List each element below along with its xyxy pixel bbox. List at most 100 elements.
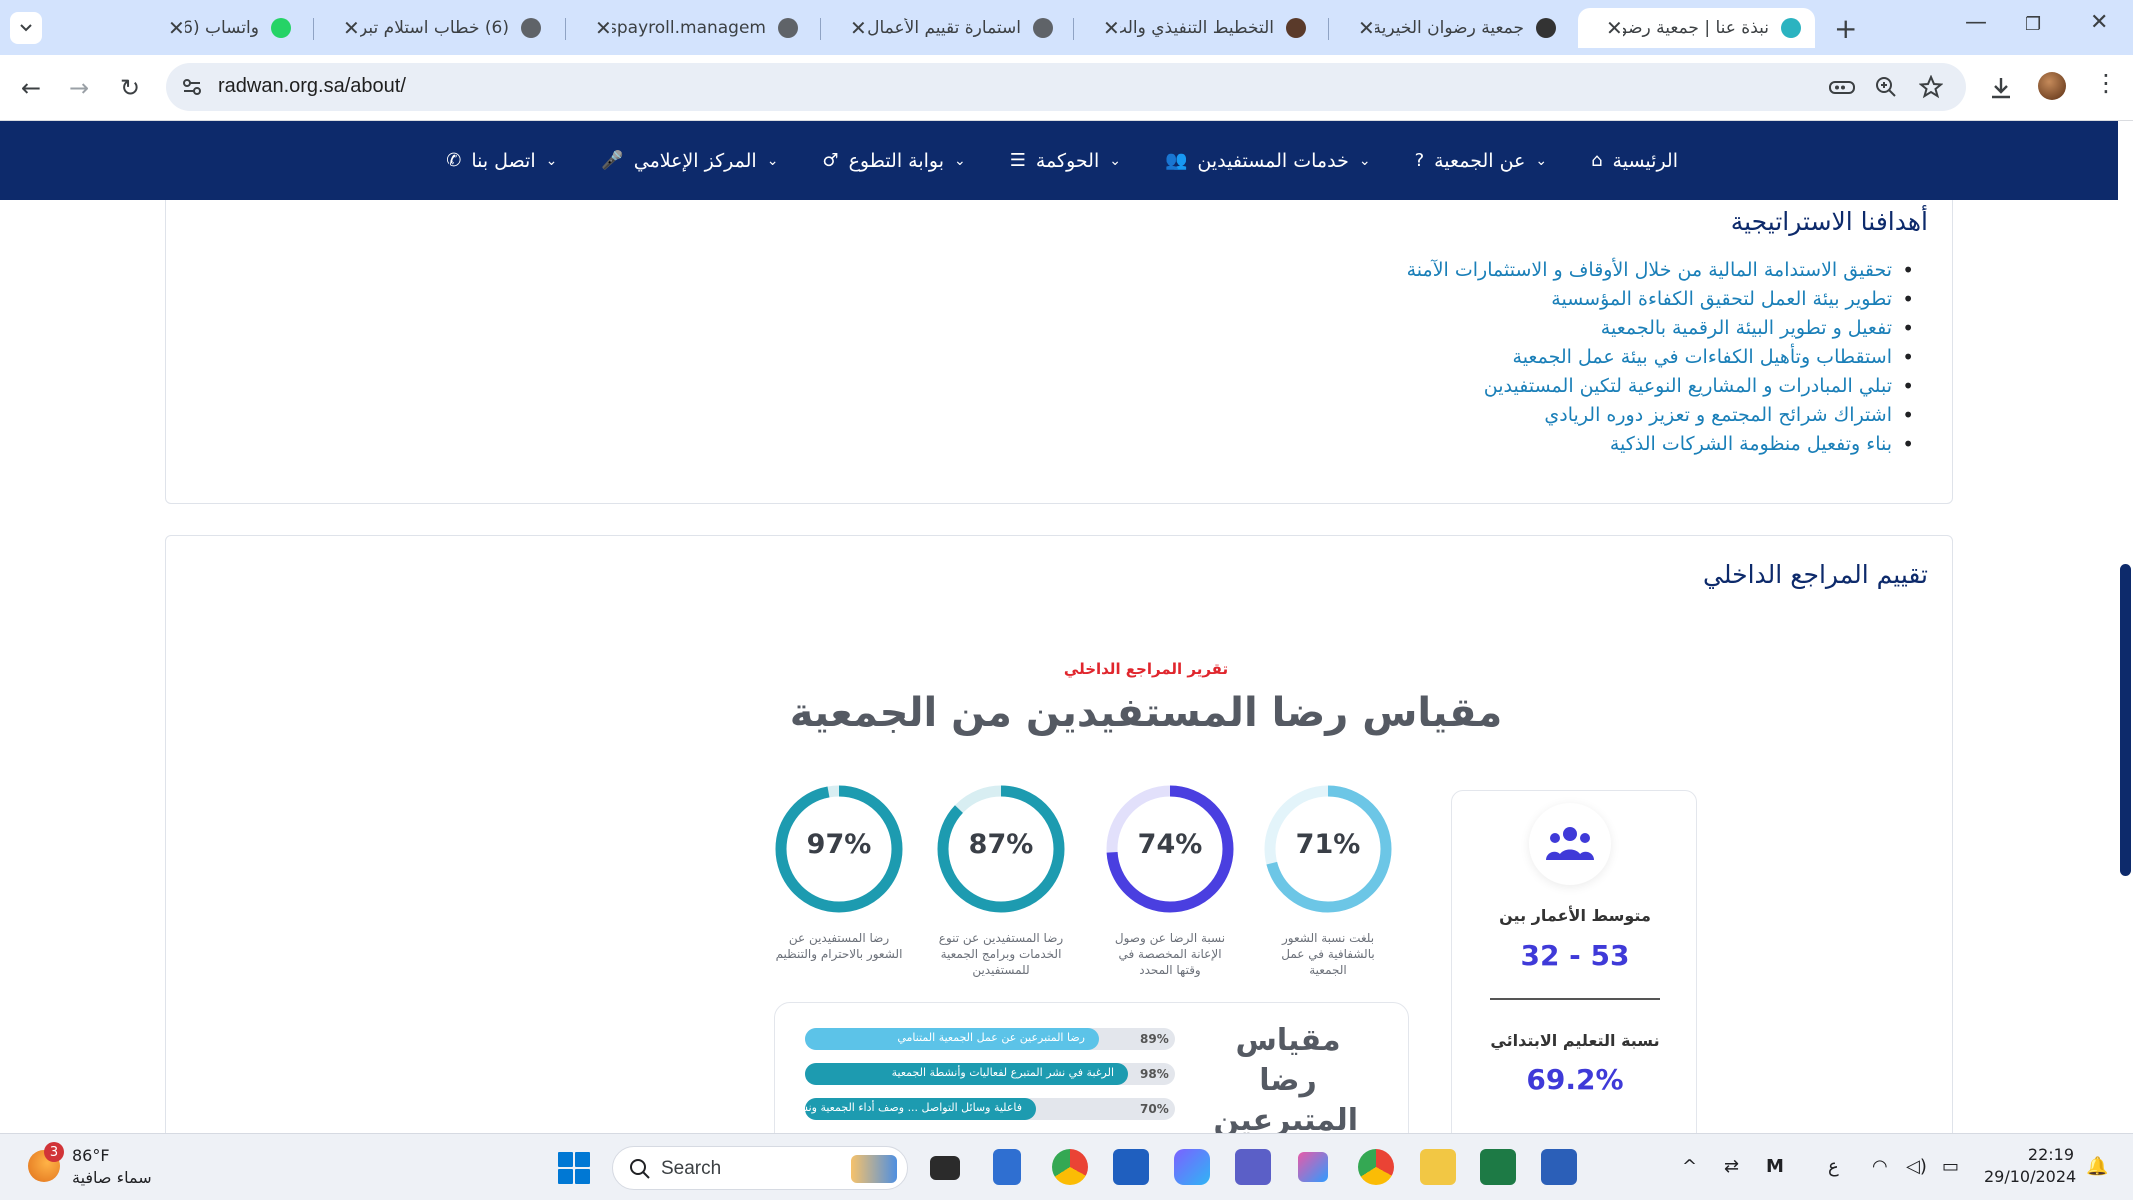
site-settings-icon[interactable] xyxy=(180,75,204,99)
back-button[interactable]: ← xyxy=(14,71,48,105)
browser-tab[interactable]: ✕واتساب (36) xyxy=(140,8,305,48)
clock-time: 22:19 xyxy=(2027,1145,2074,1164)
input-language[interactable]: ع xyxy=(1828,1156,1839,1177)
age-value: 32 - 53 xyxy=(1520,939,1630,972)
nav-item-label: الرئيسية xyxy=(1612,149,1678,172)
tab-title: جمعية رضوان الخيرية xyxy=(1374,18,1524,38)
chevron-down-icon: ⌄ xyxy=(766,152,779,169)
strategic-goal-item: اشتراك شرائح المجتمع و تعزيز دوره الرياد… xyxy=(1407,401,1914,430)
tab-search-button[interactable] xyxy=(10,12,42,44)
zoom-icon[interactable] xyxy=(1874,75,1898,99)
browser-tab[interactable]: ✕ التخطيط التنفيذي والت xyxy=(1075,8,1320,48)
notepad-icon[interactable] xyxy=(993,1149,1021,1185)
nav-item[interactable]: ✆ اتصل بنا ⌄ xyxy=(446,150,557,172)
nav-item[interactable]: ☰ الحوكمة ⌄ xyxy=(1010,150,1121,172)
nav-item[interactable]: ♂ بوابة التطوع ⌄ xyxy=(822,150,965,172)
taskbar-search-text: Search xyxy=(661,1158,722,1179)
nav-item[interactable]: ⌂ الرئيسية xyxy=(1591,150,1678,172)
chrome-icon[interactable] xyxy=(1052,1149,1088,1185)
url-text[interactable]: radwan.org.sa/about/ xyxy=(218,75,406,98)
store-icon[interactable] xyxy=(1113,1149,1149,1185)
tab-close-icon[interactable]: ✕ xyxy=(1358,16,1375,40)
bookmark-star-icon[interactable] xyxy=(1919,75,1943,99)
ring-value: 97% xyxy=(806,829,872,860)
tray-chevron-icon[interactable]: ^ xyxy=(1682,1156,1697,1177)
minimize-button[interactable]: — xyxy=(1965,10,1987,35)
start-button[interactable] xyxy=(558,1152,590,1184)
strategic-goal-item: تطوير بيئة العمل لتحقيق الكفاءة المؤسسية xyxy=(1407,285,1914,314)
windows-taskbar: 3 86°F سماء صافية Search ^ ⇄ M ع ◠ ◁) ▭ … xyxy=(0,1133,2133,1200)
donor-satisfaction-title: مقياس رضا المتبرعين xyxy=(1213,1023,1358,1133)
tab-separator xyxy=(1073,18,1074,40)
donor-bar-label: فاعلية وسائل التواصل ... وصف أداء الجمعي… xyxy=(789,1101,1022,1114)
ring-value: 87% xyxy=(968,829,1034,860)
tab-separator xyxy=(313,18,314,40)
satisfaction-ring: 87% xyxy=(936,784,1066,914)
download-icon[interactable] xyxy=(1988,75,2014,101)
strategic-goals-card: أهدافنا الاستراتيجية تحقيق الاستدامة الم… xyxy=(165,200,1953,504)
word-icon[interactable] xyxy=(1541,1149,1577,1185)
donor-bar-value: 89% xyxy=(1140,1032,1169,1046)
nav-item[interactable]: 🎤 المركز الإعلامي ⌄ xyxy=(601,150,778,172)
tab-close-icon[interactable]: ✕ xyxy=(1606,16,1623,40)
tab-title: نبذة عنا | جمعية رضوان xyxy=(1622,18,1769,38)
restore-button[interactable]: ❐ xyxy=(2025,14,2041,35)
wifi-icon[interactable]: ◠ xyxy=(1872,1156,1888,1177)
nav-item-label: المركز الإعلامي xyxy=(633,149,757,172)
tray-app-icon[interactable]: M xyxy=(1766,1156,1784,1177)
copilot-icon[interactable] xyxy=(1174,1149,1210,1185)
tab-close-icon[interactable]: ✕ xyxy=(850,16,867,40)
nav-item[interactable]: 👥 خدمات المستفيدين ⌄ xyxy=(1165,150,1371,172)
tray-sync-icon[interactable]: ⇄ xyxy=(1724,1156,1739,1177)
reload-button[interactable]: ↻ xyxy=(113,71,147,105)
file-explorer-icon[interactable] xyxy=(1420,1149,1456,1185)
question-icon: ? xyxy=(1414,150,1425,171)
chevron-down-icon: ⌄ xyxy=(1109,152,1121,169)
strategic-goal-item: استقطاب وتأهيل الكفاءات في بيئة عمل الجم… xyxy=(1407,343,1915,372)
search-icon xyxy=(630,1159,650,1179)
snipping-tool-icon[interactable] xyxy=(1298,1152,1328,1182)
browser-tab[interactable]: ✕نبذة عنا | جمعية رضوان xyxy=(1578,8,1815,48)
notification-bell-icon[interactable]: 🔔 xyxy=(2086,1156,2108,1177)
forward-button[interactable]: → xyxy=(62,71,96,105)
browser-tab[interactable]: ✕wpspayroll.managem xyxy=(567,8,812,48)
chevron-down-icon xyxy=(20,24,32,32)
tab-close-icon[interactable]: ✕ xyxy=(168,16,185,40)
demographics-box: متوسط الأعمار بين 32 - 53 نسبة التعليم ا… xyxy=(1451,790,1697,1133)
excel-icon[interactable] xyxy=(1480,1149,1516,1185)
globe-icon xyxy=(778,18,798,38)
weather-desc[interactable]: سماء صافية xyxy=(72,1168,152,1187)
weather-temp[interactable]: 86°F xyxy=(72,1146,110,1165)
donor-bar-value: 98% xyxy=(1140,1067,1169,1081)
browser-tab[interactable]: ✕ (6) خطاب استلام تبرع xyxy=(315,8,555,48)
strategic-goal-item: بناء وتفعيل منظومة الشركات الذكية xyxy=(1407,430,1915,459)
browser-tab[interactable]: ✕ استمارة تقييم الأعمال xyxy=(822,8,1067,48)
report-title: مقياس رضا المستفيدين من الجمعية xyxy=(789,690,1503,736)
browser-tab[interactable]: ✕ جمعية رضوان الخيرية xyxy=(1330,8,1570,48)
taskbar-search[interactable]: Search xyxy=(612,1146,908,1190)
close-window-button[interactable]: ✕ xyxy=(2090,10,2108,35)
browser-toolbar: ← → ↻ radwan.org.sa/about/ ⋮ xyxy=(0,55,2133,121)
new-tab-button[interactable]: + xyxy=(1834,12,1857,45)
nav-item-label: عن الجمعية xyxy=(1434,149,1526,172)
password-key-icon[interactable] xyxy=(1828,75,1856,99)
teams-icon[interactable] xyxy=(1235,1149,1271,1185)
volume-icon[interactable]: ◁) xyxy=(1906,1156,1927,1177)
task-view-icon[interactable] xyxy=(930,1156,960,1180)
donor-bar: رضا المتبرعين عن عمل الجمعية المتنامي 89% xyxy=(805,1028,1175,1050)
chevron-down-icon: ⌄ xyxy=(545,152,558,169)
chrome-profile-icon[interactable] xyxy=(1358,1149,1394,1185)
tab-close-icon[interactable]: ✕ xyxy=(343,16,360,40)
battery-icon[interactable]: ▭ xyxy=(1942,1156,1959,1177)
menu-kebab-icon[interactable]: ⋮ xyxy=(2094,69,2118,97)
tab-close-icon[interactable]: ✕ xyxy=(595,16,612,40)
page-scrollbar[interactable] xyxy=(2120,564,2131,876)
education-label: نسبة التعليم الابتدائي xyxy=(1490,1031,1660,1050)
nav-item-label: الحوكمة xyxy=(1035,149,1100,172)
address-bar[interactable]: radwan.org.sa/about/ xyxy=(166,63,1966,111)
nav-item[interactable]: ? عن الجمعية ⌄ xyxy=(1415,150,1548,172)
system-clock[interactable]: 22:19 29/10/2024 xyxy=(1984,1144,2076,1188)
ring-caption: رضا المستفيدين عن الشعور بالاحترام والتن… xyxy=(775,931,903,961)
tab-close-icon[interactable]: ✕ xyxy=(1103,16,1120,40)
profile-avatar[interactable] xyxy=(2038,72,2066,100)
